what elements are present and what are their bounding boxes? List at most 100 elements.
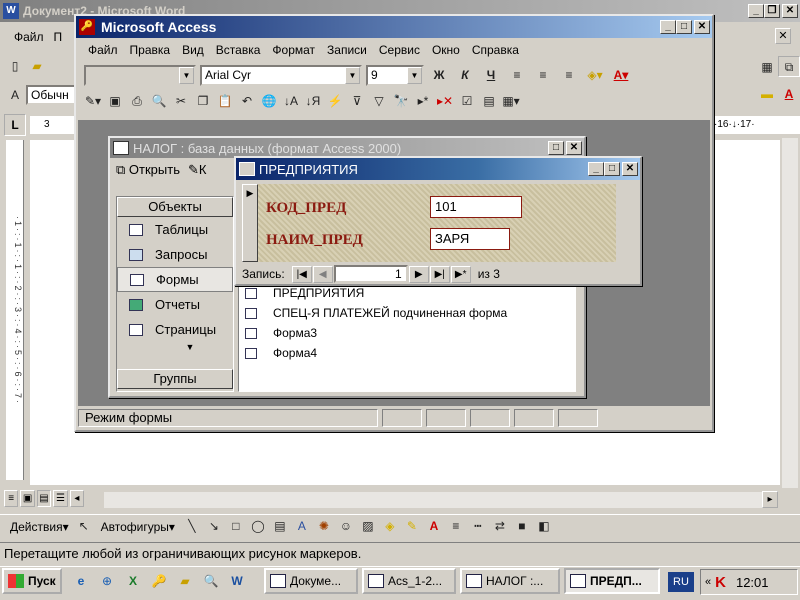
clock[interactable]: 12:01 [736, 575, 769, 590]
list-item[interactable]: Форма4 [245, 343, 575, 363]
access-minimize-button[interactable]: _ [660, 20, 676, 34]
apply-filter-icon[interactable]: ▽ [368, 91, 390, 112]
record-number-input[interactable]: 1 [333, 265, 408, 283]
access-quick-icon[interactable]: 🔑 [148, 571, 170, 592]
start-button[interactable]: Пуск [2, 568, 62, 594]
objects-header[interactable]: Объекты [117, 197, 233, 217]
access-font-color-icon[interactable]: A▾ [610, 65, 632, 86]
access-menu-file[interactable]: Файл [82, 43, 124, 57]
list-item[interactable]: СПЕЦ-Я ПЛАТЕЖЕЙ подчиненная форма [245, 303, 575, 323]
find-icon[interactable]: 🔭 [390, 91, 412, 112]
word-vertical-scrollbar[interactable] [782, 138, 798, 488]
field-naim-pred-input[interactable]: ЗАРЯ [430, 228, 510, 250]
open-button[interactable]: ⧉ Открыть [116, 162, 180, 178]
tray-expand-icon[interactable]: « [705, 576, 711, 588]
database-close-button[interactable]: ✕ [566, 141, 582, 155]
word-style-combo[interactable]: Обычн [26, 85, 78, 105]
form-titlebar[interactable]: ПРЕДПРИЯТИЯ _ □ ✕ [236, 158, 640, 180]
access-menu-view[interactable]: Вид [176, 43, 210, 57]
italic-icon[interactable]: К [454, 65, 476, 86]
ruler-corner[interactable]: L [4, 114, 26, 136]
diagram-icon[interactable]: ✺ [313, 516, 335, 537]
access-menu-records[interactable]: Записи [321, 43, 373, 57]
properties-icon[interactable]: ☑ [456, 91, 478, 112]
list-item[interactable]: ПРЕДПРИЯТИЯ [245, 283, 575, 303]
3d-icon[interactable]: ◧ [533, 516, 555, 537]
desktop-icon[interactable]: ⊕ [96, 571, 118, 592]
sort-desc-icon[interactable]: ↓Я [302, 91, 324, 112]
ie-icon[interactable]: e [70, 571, 92, 592]
paste-icon[interactable]: 📋 [214, 91, 236, 112]
open-folder-icon[interactable]: ▰ [26, 56, 48, 77]
cut-icon[interactable]: ✂ [170, 91, 192, 112]
normal-view-button[interactable]: ≡ [4, 490, 19, 507]
new-doc-icon[interactable]: ▯ [4, 56, 26, 77]
word-close-button[interactable]: ✕ [782, 4, 798, 18]
first-record-button[interactable]: |◀ [291, 265, 312, 283]
word-quick-icon[interactable]: W [226, 571, 248, 592]
constructor-button[interactable]: ✎К [188, 162, 206, 178]
align-left-icon[interactable]: ≡ [506, 65, 528, 86]
draw-actions-menu[interactable]: Действия▾ [0, 520, 73, 534]
horizontal-ruler[interactable]: 3 [30, 116, 76, 134]
select-pointer-icon[interactable]: ↖ [73, 516, 95, 537]
scroll-right-button[interactable]: ▸ [762, 491, 778, 508]
search-icon[interactable]: 🔍 [200, 571, 222, 592]
filter-form-icon[interactable]: ⊽ [346, 91, 368, 112]
scroll-left-button[interactable]: ◂ [69, 490, 85, 507]
new-record-button[interactable]: ▶* [450, 265, 471, 283]
save-icon[interactable]: ▣ [104, 91, 126, 112]
line-color-icon[interactable]: ✎ [401, 516, 423, 537]
task-word-doc[interactable]: Докуме... [264, 568, 358, 594]
access-menu-insert[interactable]: Вставка [210, 43, 267, 57]
form-close-button[interactable]: ✕ [622, 162, 638, 176]
highlight-icon[interactable]: ▬ [756, 84, 778, 105]
clipart-icon[interactable]: ☺ [335, 516, 357, 537]
line-style-icon[interactable]: ≡ [445, 516, 467, 537]
word-tool-icon[interactable]: ▦ [756, 57, 778, 78]
outline-view-button[interactable]: ☰ [53, 490, 68, 507]
textbox-icon[interactable]: ▤ [269, 516, 291, 537]
database-maximize-button[interactable]: □ [548, 141, 564, 155]
view-icon[interactable]: ✎▾ [82, 91, 104, 112]
layout-view-button[interactable]: ▤ [36, 490, 52, 507]
delete-record-icon[interactable]: ▸✕ [434, 91, 456, 112]
objects-item-forms[interactable]: Формы [117, 267, 233, 292]
font-color-icon[interactable]: A [778, 84, 800, 105]
dash-style-icon[interactable]: ┅ [467, 516, 489, 537]
objects-more-chevron-icon[interactable]: ▼ [117, 342, 233, 360]
wordart-icon[interactable]: A [291, 516, 313, 537]
word-horizontal-scrollbar[interactable] [104, 492, 762, 508]
horizontal-ruler-right[interactable]: ·16·↓·17· [712, 116, 800, 134]
bold-icon[interactable]: Ж [428, 65, 450, 86]
web-view-button[interactable]: ▣ [20, 490, 35, 507]
new-record-icon[interactable]: ▸* [412, 91, 434, 112]
access-menu-help[interactable]: Справка [466, 43, 525, 57]
groups-header[interactable]: Группы [117, 369, 233, 389]
word-minimize-button[interactable]: _ [748, 4, 764, 18]
database-titlebar[interactable]: НАЛОГ : база данных (формат Access 2000)… [110, 138, 584, 158]
database-window-icon[interactable]: ▤ [478, 91, 500, 112]
picture-icon[interactable]: ▨ [357, 516, 379, 537]
access-maximize-button[interactable]: □ [676, 20, 692, 34]
underline-icon[interactable]: Ч [480, 65, 502, 86]
autoshapes-menu[interactable]: Автофигуры▾ [95, 520, 181, 534]
vertical-ruler[interactable]: ·1·:·1·:·1·:·2·:·3·:·4·:·5·:·6·:·7· [6, 140, 24, 480]
excel-icon[interactable]: X [122, 571, 144, 592]
task-predpriyatiya[interactable]: ПРЕДП... [564, 568, 660, 594]
next-record-button[interactable]: ▶ [408, 265, 429, 283]
access-titlebar[interactable]: 🔑 Microsoft Access _ □ ✕ [76, 16, 712, 38]
objects-item-tables[interactable]: Таблицы [117, 217, 233, 242]
object-combo[interactable]: ▼ [84, 64, 196, 86]
preview-icon[interactable]: 🔍 [148, 91, 170, 112]
font-color-draw-icon[interactable]: A [423, 516, 445, 537]
access-menu-window[interactable]: Окно [426, 43, 466, 57]
word-doc-close-button[interactable]: ✕ [775, 28, 791, 44]
oval-icon[interactable]: ◯ [247, 516, 269, 537]
antivirus-icon[interactable]: K [715, 574, 726, 591]
word-menu-edit[interactable]: П [50, 30, 67, 44]
word-restore-button[interactable]: ❐ [764, 4, 780, 18]
objects-item-pages[interactable]: Страницы [117, 317, 233, 342]
line-icon[interactable]: ╲ [181, 516, 203, 537]
task-nalog[interactable]: НАЛОГ :... [460, 568, 560, 594]
